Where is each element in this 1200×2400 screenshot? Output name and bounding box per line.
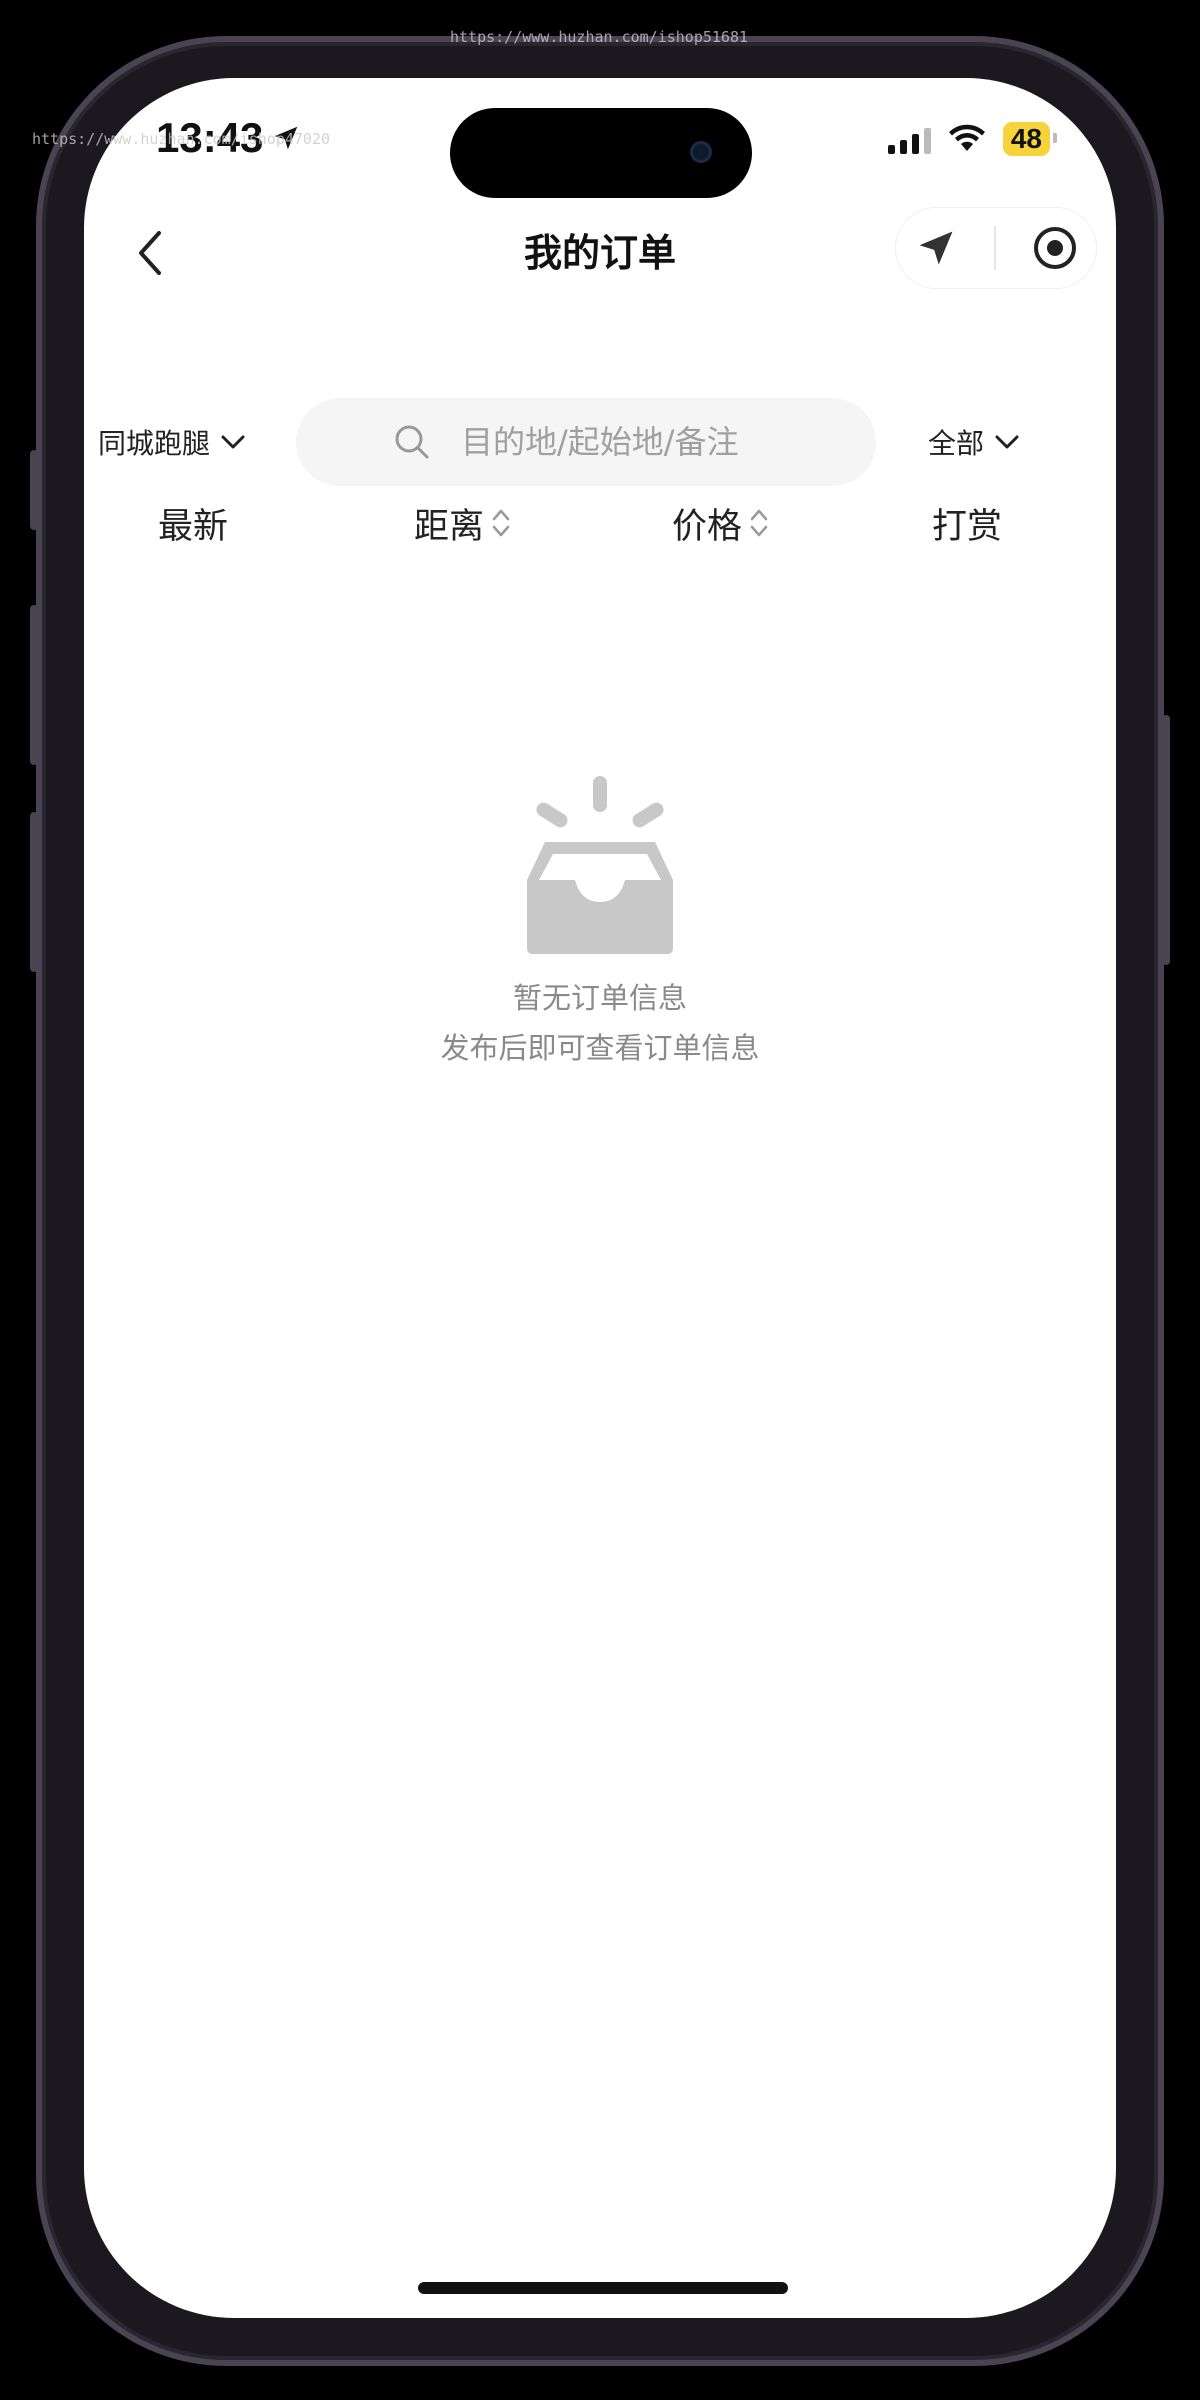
scope-filter-dropdown[interactable]: 全部 [928, 396, 1020, 488]
dynamic-island [450, 108, 752, 198]
empty-state-subtitle: 发布后即可查看订单信息 [440, 1031, 760, 1065]
sort-tip[interactable]: 打赏 [932, 488, 1002, 558]
action-button [30, 450, 38, 530]
sort-latest-label: 最新 [158, 506, 229, 547]
search-bar[interactable] [296, 398, 876, 486]
sort-toggle-icon [750, 509, 768, 537]
sort-price-label: 价格 [672, 506, 743, 547]
watermark-left: https://www.huzhan.com/ishop47020 [32, 130, 331, 148]
city-filter-dropdown[interactable]: 同城跑腿 [98, 396, 246, 488]
search-icon [395, 425, 429, 459]
volume-up-button [30, 605, 38, 765]
cellular-signal-icon [887, 124, 931, 154]
sort-distance[interactable]: 距离 [414, 488, 512, 558]
mini-program-capsule [896, 208, 1096, 288]
sort-latest[interactable]: 最新 [158, 488, 228, 558]
watermark-top: https://www.huzhan.com/ishop51681 [450, 28, 749, 46]
city-filter-label: 同城跑腿 [98, 427, 211, 460]
scope-filter-label: 全部 [927, 427, 984, 460]
empty-inbox-icon [527, 776, 673, 954]
volume-down-button [30, 812, 38, 972]
app-screen: 13:43 48 我的订单 同城跑腿 目的地/起始地/备注 全部 最新 距离 价… [84, 78, 1116, 2318]
chevron-down-icon [221, 435, 245, 449]
capsule-divider [994, 226, 996, 270]
empty-state-title: 暂无订单信息 [512, 981, 687, 1015]
battery-indicator: 48 [1002, 122, 1058, 156]
sort-distance-label: 距离 [414, 506, 485, 547]
empty-state: 暂无订单信息 发布后即可查看订单信息 [84, 768, 1116, 1074]
close-target-icon[interactable] [1032, 225, 1078, 271]
navigation-arrow-icon[interactable] [914, 226, 958, 270]
wifi-icon [948, 124, 985, 151]
status-icons: 48 [887, 122, 1058, 156]
search-input[interactable] [459, 422, 779, 462]
chevron-down-icon [995, 435, 1019, 449]
power-button [1162, 715, 1170, 965]
sort-price[interactable]: 价格 [672, 488, 770, 558]
home-indicator[interactable] [418, 2282, 788, 2294]
sort-tip-label: 打赏 [932, 506, 1003, 547]
sort-toggle-icon [492, 509, 510, 537]
camera-icon [690, 141, 712, 163]
filter-row: 同城跑腿 全部 [84, 396, 1116, 488]
sort-row: 最新 距离 价格 打赏 [84, 488, 1116, 558]
